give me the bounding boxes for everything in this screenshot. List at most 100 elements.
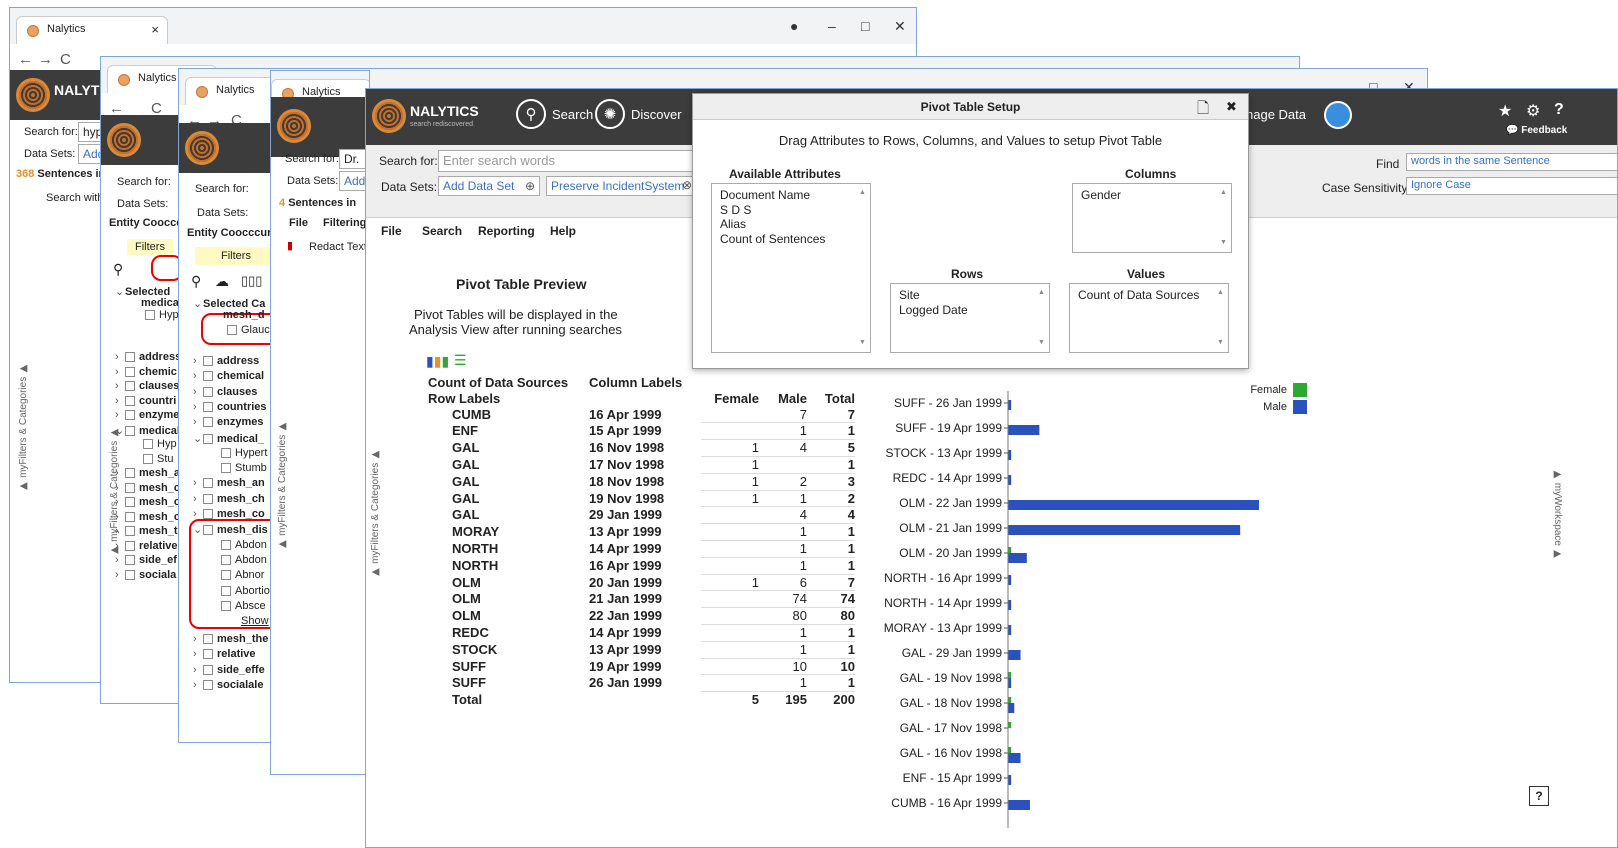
- chevron-icon[interactable]: ›: [193, 370, 203, 382]
- checkbox[interactable]: [143, 453, 153, 464]
- help-question-icon[interactable]: ?: [1554, 101, 1564, 119]
- menu-reporting[interactable]: Reporting: [478, 224, 535, 238]
- checkbox[interactable]: [125, 540, 135, 551]
- attribute-item[interactable]: Count of Sentences: [720, 232, 862, 247]
- settings-gear-icon[interactable]: ⚙: [1526, 101, 1540, 121]
- list-scrollbar[interactable]: ▲ ▼: [1038, 286, 1047, 350]
- chevron-icon[interactable]: ›: [193, 648, 203, 660]
- checkbox[interactable]: [221, 463, 231, 474]
- close-window-icon[interactable]: ✕: [894, 18, 906, 35]
- tree-item[interactable]: › enzymes: [193, 416, 263, 428]
- tree-item[interactable]: Absce: [211, 600, 266, 612]
- attribute-item[interactable]: Site: [899, 288, 1041, 303]
- checkbox[interactable]: [221, 585, 231, 596]
- redact-icon[interactable]: ▮: [287, 239, 293, 252]
- discover-nav-button[interactable]: ✺ Discover: [595, 99, 682, 129]
- tree-item[interactable]: › address: [193, 355, 259, 367]
- tree-item[interactable]: › enzyme: [115, 409, 179, 421]
- checkbox[interactable]: [203, 634, 213, 645]
- checkbox[interactable]: [125, 468, 135, 479]
- attribute-item[interactable]: S D S: [720, 203, 862, 218]
- chevron-icon[interactable]: ›: [193, 679, 203, 691]
- rows-drop-list[interactable]: ▲ ▼ Site Logged Date: [890, 283, 1050, 353]
- tree-item[interactable]: Stumb: [211, 462, 267, 474]
- table-view-icon[interactable]: ☰: [454, 352, 467, 369]
- dialog-close-icon[interactable]: ✖: [1226, 99, 1237, 115]
- account-icon[interactable]: ●: [790, 18, 798, 34]
- attribute-item[interactable]: Document Name: [720, 188, 862, 203]
- chevron-icon[interactable]: ›: [115, 366, 125, 378]
- filtering-menu[interactable]: Filtering: [323, 217, 366, 229]
- file-menu[interactable]: File: [289, 217, 308, 229]
- tree-item[interactable]: › mesh_c: [115, 496, 180, 508]
- list-scrollbar[interactable]: ▲ ▼: [1217, 286, 1226, 350]
- checkbox[interactable]: [125, 569, 135, 580]
- menu-search[interactable]: Search: [422, 224, 462, 238]
- checkbox[interactable]: [203, 525, 213, 536]
- entity-cooccurrence-tab[interactable]: Entity Coocccurre: [187, 227, 282, 239]
- checkbox[interactable]: [125, 352, 135, 363]
- tree-item[interactable]: › mesh_t: [115, 525, 178, 537]
- tree-item[interactable]: › mesh_an: [193, 477, 265, 489]
- selected-hyp-item[interactable]: Hyp: [145, 309, 179, 321]
- feedback-link[interactable]: 💬 Feedback: [1506, 125, 1567, 136]
- find-mode-select[interactable]: words in the same Sentence: [1406, 153, 1617, 171]
- tree-item[interactable]: › clauses: [193, 386, 257, 398]
- tree-item[interactable]: › mesh_c: [115, 511, 180, 523]
- attribute-item[interactable]: Alias: [720, 217, 862, 232]
- tree-item[interactable]: Abdon: [211, 539, 267, 551]
- tree-item[interactable]: Hypert: [211, 447, 267, 459]
- checkbox[interactable]: [145, 310, 155, 321]
- checkbox[interactable]: [125, 381, 135, 392]
- tree-item[interactable]: ⌄ mesh_dis: [193, 523, 268, 536]
- filters-sidebar-toggle[interactable]: ▶ myFilters & Categories ▶: [18, 363, 29, 492]
- chevron-icon[interactable]: ›: [193, 386, 203, 398]
- tree-item[interactable]: Stu: [133, 453, 174, 465]
- bar-chart-icon[interactable]: ▯▯▯: [241, 273, 262, 289]
- checkbox[interactable]: [125, 511, 135, 522]
- attribute-item[interactable]: Gender: [1081, 188, 1223, 203]
- tree-item[interactable]: › countries: [193, 401, 267, 413]
- chevron-icon[interactable]: ›: [115, 380, 125, 392]
- tree-item[interactable]: › address: [115, 351, 181, 363]
- search-icon[interactable]: ⚲: [191, 273, 201, 290]
- tree-item[interactable]: › relative: [193, 648, 256, 660]
- checkbox[interactable]: [125, 395, 135, 406]
- checkbox[interactable]: [203, 664, 213, 675]
- tree-item[interactable]: › mesh_co: [193, 508, 265, 520]
- tree-item[interactable]: › mesh_a: [115, 467, 180, 479]
- filters-sidebar-toggle[interactable]: ▶ myFilters & Categories ▶: [277, 421, 288, 550]
- maximize-icon[interactable]: □: [861, 18, 869, 34]
- add-data-set-button[interactable]: Add Data Set ⊕: [438, 176, 540, 196]
- filters-sidebar-toggle[interactable]: ▶ myFilters & Categories ▶: [109, 427, 120, 556]
- chart-view-icon[interactable]: ▮▮▮: [426, 353, 449, 370]
- help-button[interactable]: ?: [1529, 786, 1549, 806]
- chevron-icon[interactable]: ⌄: [193, 523, 203, 536]
- checkbox[interactable]: [203, 371, 213, 382]
- tree-item[interactable]: Hyp: [133, 438, 177, 450]
- tree-item[interactable]: › chemic: [115, 366, 177, 378]
- tree-item[interactable]: › side_ef: [115, 554, 177, 566]
- checkbox[interactable]: [203, 493, 213, 504]
- checkbox[interactable]: [125, 410, 135, 421]
- tree-item[interactable]: › sociala: [115, 569, 176, 581]
- tree-item[interactable]: Abdon: [211, 554, 267, 566]
- checkbox[interactable]: [125, 497, 135, 508]
- case-sensitivity-select[interactable]: Ignore Case: [1406, 177, 1617, 195]
- tree-item[interactable]: ⌄ medical: [115, 424, 180, 437]
- menu-file[interactable]: File: [381, 224, 402, 238]
- checkbox[interactable]: [203, 417, 213, 428]
- checkbox[interactable]: [203, 356, 213, 367]
- reload-icon[interactable]: C: [60, 51, 71, 68]
- search-with-button[interactable]: Search with: [46, 192, 103, 204]
- checkbox[interactable]: [125, 555, 135, 566]
- close-tab-icon[interactable]: ×: [151, 22, 159, 37]
- checkbox[interactable]: [125, 482, 135, 493]
- checkbox[interactable]: [203, 386, 213, 397]
- menu-help[interactable]: Help: [550, 224, 576, 238]
- favorites-star-icon[interactable]: ★: [1498, 101, 1512, 121]
- tree-item[interactable]: › clauses: [115, 380, 179, 392]
- filters-tab[interactable]: Filters: [127, 239, 173, 255]
- checkbox[interactable]: [221, 600, 231, 611]
- chevron-icon[interactable]: ⌄: [193, 432, 203, 445]
